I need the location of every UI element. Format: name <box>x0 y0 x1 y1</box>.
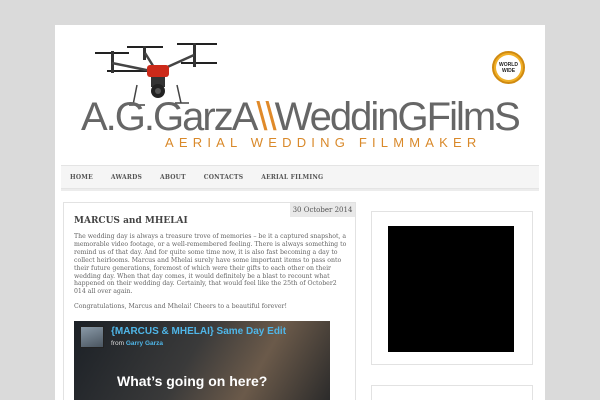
sidebar-video-player[interactable] <box>388 226 514 352</box>
main-nav: HOME AWARDS ABOUT CONTACTS AERIAL FILMIN… <box>61 165 539 189</box>
video-author-avatar[interactable] <box>80 326 104 348</box>
badge-line-2: WIDE <box>501 67 516 74</box>
site-logo[interactable]: A.G.GarzA\\WeddinGFilmS <box>81 97 521 137</box>
post-date: 30 October 2014 <box>290 203 355 217</box>
nav-home[interactable]: HOME <box>70 174 93 181</box>
page-container: A.G.GarzA\\WeddinGFilmS AERIAL WEDDING F… <box>55 25 545 400</box>
nav-divider <box>61 189 539 191</box>
logo-text-1: A.G.Garz <box>81 95 234 139</box>
post-paragraph: The wedding day is always a treasure tro… <box>74 233 347 296</box>
video-from-label: from <box>111 340 124 347</box>
video-message: What’s going on here? <box>117 373 268 389</box>
world-wide-badge-icon: WORLD WIDE <box>492 51 525 84</box>
sidebar-widget-2 <box>371 385 533 400</box>
post-body: The wedding day is always a treasure tro… <box>74 233 348 311</box>
blog-post: 30 October 2014 MARCUS and MHELAI The we… <box>63 202 356 400</box>
logo-accent: \\ <box>256 95 276 139</box>
post-title[interactable]: MARCUS and MHELAI <box>74 216 188 226</box>
nav-awards[interactable]: AWARDS <box>111 174 142 181</box>
video-title[interactable]: {MARCUS & MHELAI} Same Day Edit <box>111 326 286 337</box>
sidebar-widget <box>371 211 533 365</box>
embedded-video[interactable]: {MARCUS & MHELAI} Same Day Edit from Gar… <box>74 321 330 400</box>
nav-aerial-filming[interactable]: AERIAL FILMING <box>261 174 323 181</box>
logo-text-2: A <box>231 95 259 139</box>
post-paragraph: Congratulations, Marcus and Mhelai! Chee… <box>74 303 287 311</box>
video-byline: from Garry Garza <box>111 340 163 347</box>
nav-contacts[interactable]: CONTACTS <box>204 174 243 181</box>
site-tagline: AERIAL WEDDING FILMMAKER <box>165 135 482 150</box>
nav-about[interactable]: ABOUT <box>160 174 186 181</box>
video-author-link[interactable]: Garry Garza <box>126 340 163 347</box>
logo-text-3: WeddinGFilmS <box>274 95 521 139</box>
